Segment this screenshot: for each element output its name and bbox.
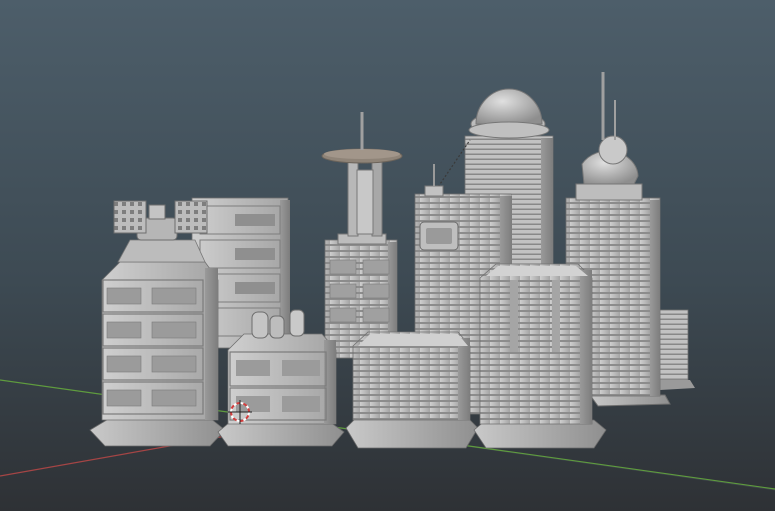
- viewport-scene: [0, 72, 775, 491]
- front-center-block[interactable]: [345, 331, 479, 449]
- front-right-tower[interactable]: [473, 263, 607, 449]
- dish-tower[interactable]: [321, 112, 403, 359]
- 3d-viewport[interactable]: [0, 0, 775, 511]
